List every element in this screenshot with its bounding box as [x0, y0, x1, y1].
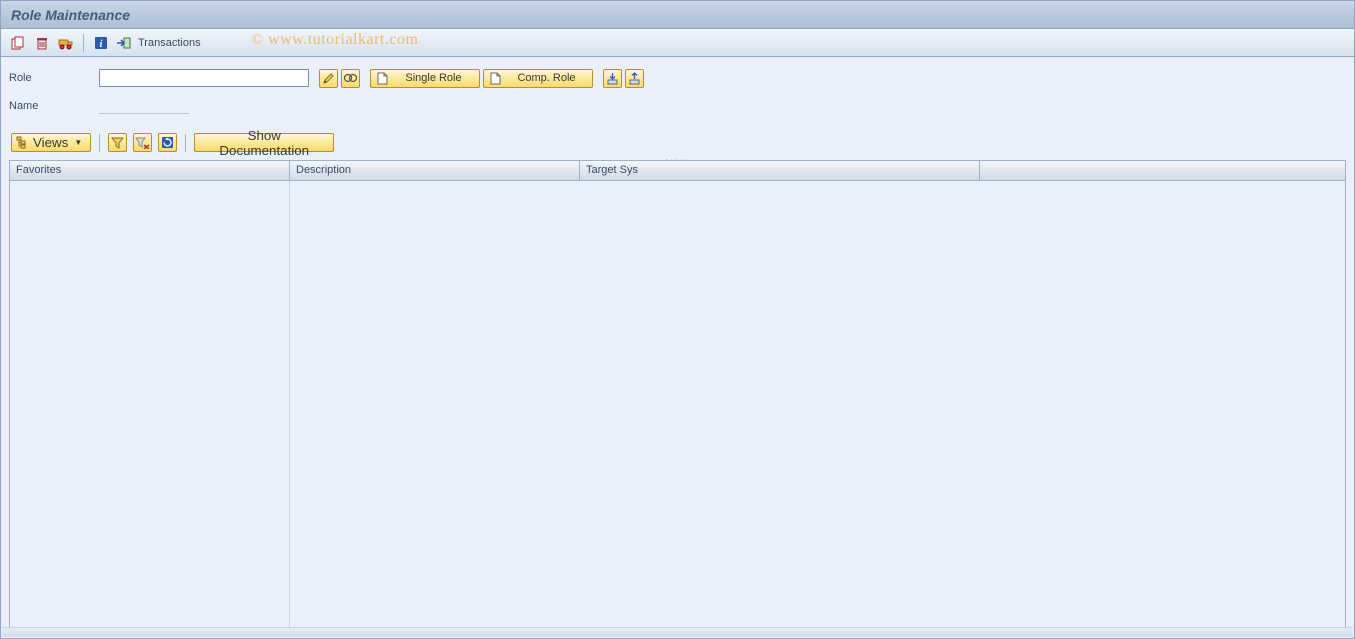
- document-icon: [490, 72, 501, 85]
- comp-role-label: Comp. Role: [507, 72, 586, 84]
- col-header-favorites[interactable]: Favorites: [10, 161, 290, 180]
- page-title: Role Maintenance: [11, 7, 130, 23]
- edit-button[interactable]: [319, 69, 338, 88]
- chevron-down-icon: ▼: [74, 138, 82, 147]
- transport-icon[interactable]: [57, 34, 75, 52]
- views-separator-1: [99, 134, 100, 152]
- views-dropdown[interactable]: Views ▼: [11, 133, 91, 152]
- upload-button[interactable]: [625, 69, 644, 88]
- name-label: Name: [9, 100, 99, 112]
- document-icon: [377, 72, 388, 85]
- favorites-grid: ····· Favorites Description Target Sys: [9, 160, 1346, 635]
- svg-text:i: i: [100, 39, 103, 50]
- grid-content-area: [290, 181, 1345, 634]
- grid-body: [10, 181, 1345, 634]
- app-window: Role Maintenance i Transactions © www.tu…: [0, 0, 1355, 639]
- refresh-button[interactable]: [158, 133, 177, 152]
- create-role-group: Single Role Comp. Role: [370, 69, 593, 88]
- role-label: Role: [9, 72, 99, 84]
- drag-handle-icon[interactable]: ·····: [666, 155, 689, 164]
- status-bar: [2, 627, 1353, 637]
- col-header-description[interactable]: Description: [290, 161, 580, 180]
- role-input[interactable]: [99, 69, 309, 87]
- import-export-group: [603, 69, 644, 88]
- assign-icon[interactable]: [116, 34, 132, 52]
- app-toolbar: i Transactions © www.tutorialkart.com: [1, 29, 1354, 57]
- title-bar: Role Maintenance: [1, 1, 1354, 29]
- download-button[interactable]: [603, 69, 622, 88]
- watermark-text: © www.tutorialkart.com: [251, 31, 418, 49]
- views-label: Views: [33, 135, 68, 150]
- col-header-target-sys[interactable]: Target Sys: [580, 161, 980, 180]
- comp-role-button[interactable]: Comp. Role: [483, 69, 593, 88]
- copy-icon[interactable]: [9, 34, 27, 52]
- display-button[interactable]: [341, 69, 360, 88]
- edit-display-group: [319, 69, 360, 88]
- form-area: Role Single Role Comp. Role: [1, 57, 1354, 129]
- filter-button[interactable]: [108, 133, 127, 152]
- name-value: [99, 99, 189, 114]
- single-role-label: Single Role: [394, 72, 473, 84]
- role-row: Role Single Role Comp. Role: [9, 67, 1346, 89]
- grid-header: Favorites Description Target Sys: [10, 161, 1345, 181]
- toolbar-separator: [83, 34, 84, 52]
- transactions-button[interactable]: Transactions: [138, 37, 207, 49]
- info-icon[interactable]: i: [92, 34, 110, 52]
- views-separator-2: [185, 134, 186, 152]
- col-header-blank: [980, 161, 1345, 180]
- name-row: Name: [9, 95, 1346, 117]
- views-toolbar: Views ▼ Show Documentation: [1, 129, 1354, 156]
- favorites-tree-area[interactable]: [10, 181, 290, 634]
- delete-icon[interactable]: [33, 34, 51, 52]
- single-role-button[interactable]: Single Role: [370, 69, 480, 88]
- show-documentation-button[interactable]: Show Documentation: [194, 133, 334, 152]
- tree-icon: [16, 136, 29, 149]
- filter-remove-button[interactable]: [133, 133, 152, 152]
- show-doc-label: Show Documentation: [201, 128, 327, 158]
